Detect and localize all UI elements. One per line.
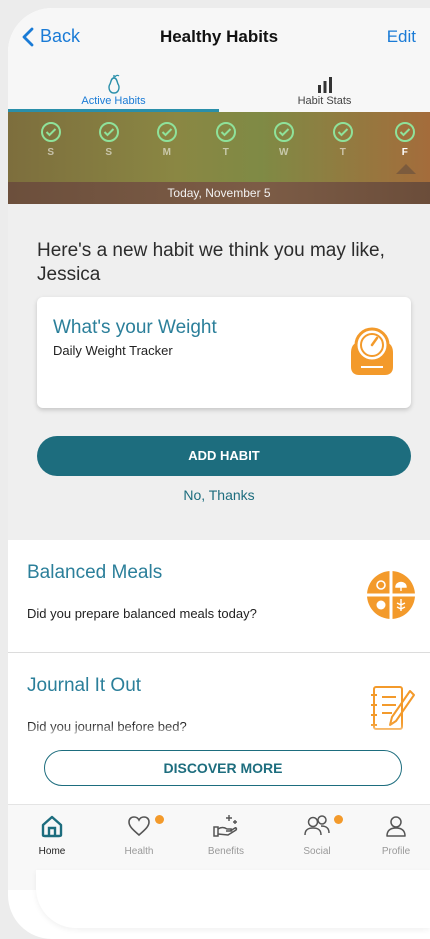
day-wednesday[interactable]: W — [269, 122, 299, 158]
day-tuesday[interactable]: T — [211, 122, 241, 158]
check-circle-icon — [99, 122, 119, 142]
habit-item-balanced-meals[interactable]: Balanced Meals Did you prepare balanced … — [8, 540, 430, 652]
home-icon — [41, 815, 63, 838]
day-thursday[interactable]: T — [328, 122, 358, 158]
heart-icon — [128, 816, 150, 837]
hand-sparkle-icon — [213, 815, 238, 837]
habit-title: Journal It Out — [27, 675, 142, 696]
day-letter: T — [222, 147, 230, 158]
tab-home[interactable]: Home — [20, 813, 84, 857]
habit-question: Did you journal before bed? — [27, 719, 187, 734]
scale-icon — [351, 327, 393, 375]
habit-tabs: Active Habits Habit Stats — [8, 64, 430, 112]
date-label: Today, November 5 — [8, 182, 430, 204]
discover-footer: DISCOVER MORE — [8, 734, 430, 804]
tab-label: Habit Stats — [297, 95, 352, 107]
day-letter: M — [162, 147, 172, 158]
day-letter: S — [105, 147, 113, 158]
person-icon — [386, 816, 406, 837]
discover-more-button[interactable]: DISCOVER MORE — [44, 750, 402, 786]
nav-header: Back Healthy Habits Edit — [8, 8, 430, 64]
day-letter: F — [401, 147, 409, 158]
check-circle-icon — [41, 122, 61, 142]
tab-label: Profile — [381, 846, 411, 857]
phone-bottom-edge — [36, 870, 430, 928]
check-circle-icon — [395, 122, 415, 142]
add-habit-button[interactable]: ADD HABIT — [37, 436, 411, 476]
tab-label: Social — [303, 846, 331, 857]
suggested-habit-card[interactable]: What's your Weight Daily Weight Tracker — [37, 297, 411, 408]
check-circle-icon — [216, 122, 236, 142]
card-subtitle: Daily Weight Tracker — [53, 343, 173, 358]
phone-screen: Back Healthy Habits Edit Active Habits H… — [8, 8, 430, 939]
tab-benefits[interactable]: Benefits — [194, 813, 258, 857]
check-circle-icon — [157, 122, 177, 142]
tab-active-habits[interactable]: Active Habits — [8, 64, 219, 112]
check-circle-icon — [333, 122, 353, 142]
page-title: Healthy Habits — [159, 27, 279, 46]
day-letter: W — [279, 147, 289, 158]
tab-profile[interactable]: Profile — [364, 813, 428, 857]
notification-badge — [334, 815, 343, 824]
pear-icon — [107, 74, 120, 94]
check-circle-icon — [274, 122, 294, 142]
day-letter: S — [47, 147, 55, 158]
plate-icon — [367, 571, 415, 619]
day-letter: T — [339, 147, 347, 158]
day-saturday[interactable]: S — [94, 122, 124, 158]
habit-suggestion: Here's a new habit we think you may like… — [8, 204, 430, 540]
habit-question: Did you prepare balanced meals today? — [27, 606, 257, 621]
people-icon — [304, 815, 330, 836]
edit-button[interactable]: Edit — [387, 27, 416, 47]
bar-chart-icon — [317, 77, 332, 93]
day-friday-today[interactable]: F — [390, 122, 420, 158]
journal-icon — [371, 686, 415, 730]
notification-badge — [155, 815, 164, 824]
day-monday[interactable]: M — [152, 122, 182, 158]
day-sunday[interactable]: S — [36, 122, 66, 158]
card-title: What's your Weight — [53, 317, 217, 338]
habit-title: Balanced Meals — [27, 562, 163, 583]
tab-label: Benefits — [207, 846, 245, 857]
tab-label: Home — [38, 846, 66, 857]
suggestion-heading: Here's a new habit we think you may like… — [37, 240, 385, 285]
no-thanks-link[interactable]: No, Thanks — [8, 487, 430, 503]
week-strip: S S M T W T F — [8, 112, 430, 182]
today-caret — [396, 164, 416, 174]
tab-label: Health — [124, 846, 154, 857]
tab-habit-stats[interactable]: Habit Stats — [219, 64, 430, 112]
tab-label: Active Habits — [81, 95, 146, 107]
